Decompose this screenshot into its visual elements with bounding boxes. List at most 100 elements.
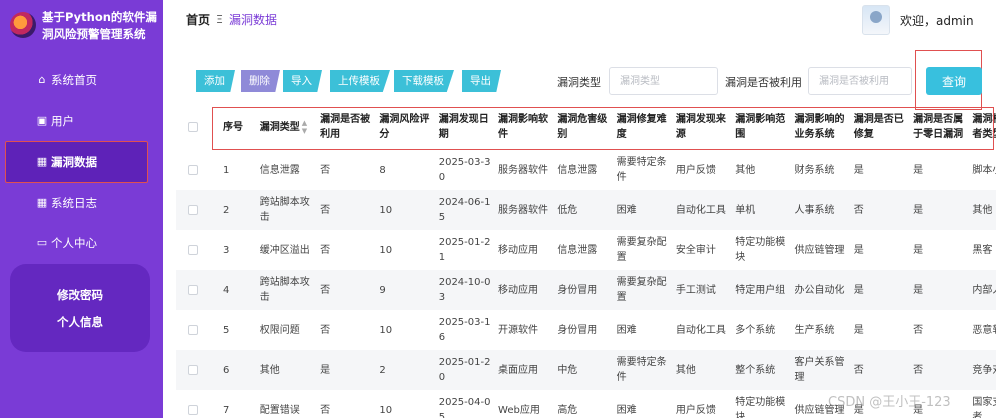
- table-cell: 10: [379, 324, 393, 336]
- table-cell: 恶意软件: [972, 324, 996, 336]
- table-cell: 特定用户组: [733, 270, 793, 310]
- table-cell: 否: [851, 350, 912, 390]
- filter-type-input[interactable]: [609, 67, 718, 95]
- col-header: 漏洞影响范围: [735, 114, 786, 140]
- delete-button[interactable]: 删除: [241, 70, 280, 92]
- table-cell: 桌面应用: [496, 350, 556, 390]
- filter-exploited-input[interactable]: [808, 67, 912, 95]
- table-cell: 是: [318, 350, 378, 390]
- table-body: 1 信息泄露否 8 2025-03-30 服务器软件 信息泄露 需要特定条件 用户反馈 其他 财务…: [176, 150, 996, 418]
- sidebar-item-label: 系统首页: [51, 73, 97, 87]
- add-button[interactable]: 添加: [196, 70, 235, 92]
- col-header: 序号: [222, 121, 243, 133]
- query-button[interactable]: 查询: [926, 67, 982, 95]
- row-checkbox[interactable]: [188, 324, 198, 335]
- table-cell: 需要特定条件: [614, 350, 674, 390]
- table-cell: 困难: [616, 324, 637, 336]
- vuln-table-container: 序号 漏洞类型 ▲ ▼ 漏洞是否被利用 漏洞风险评分 漏洞发现日期 漏洞影响软件 漏…: [176, 104, 996, 418]
- table-cell: 是: [913, 244, 924, 256]
- table-cell: 配置错误: [259, 404, 300, 416]
- sidebar-item-home[interactable]: ⌂ 系统首页: [36, 70, 98, 90]
- sidebar-item-vuln-data[interactable]: ▦ 漏洞数据: [36, 152, 97, 172]
- row-select-cell: [176, 310, 221, 350]
- table-cell: 其他: [970, 190, 996, 230]
- row-checkbox[interactable]: [188, 204, 198, 215]
- table-cell: 需要复杂配置: [616, 237, 667, 263]
- table-cell: 竞争对手: [970, 350, 996, 390]
- watermark: CSDN @王小王-123: [828, 395, 951, 410]
- col-header: 漏洞是否已修复: [853, 114, 904, 140]
- select-all-checkbox[interactable]: [188, 121, 198, 132]
- table-cell: 是: [853, 164, 864, 176]
- table-cell: 特定功能模块: [735, 397, 786, 418]
- app-title: 基于Python的软件漏洞风险预警管理系统: [42, 10, 157, 41]
- row-checkbox[interactable]: [188, 364, 198, 375]
- row-checkbox[interactable]: [188, 244, 198, 255]
- table-cell: 困难: [616, 404, 637, 416]
- table-cell: 多个系统: [735, 324, 776, 336]
- row-select-cell: [176, 350, 221, 390]
- table-cell: 10: [379, 244, 393, 256]
- table-row[interactable]: 2 跨站脚本攻击否 10 2024-06-15 服务器软件 低危 困难 自动化工具 单机 人事系统…: [176, 190, 996, 230]
- row-checkbox[interactable]: [188, 404, 198, 415]
- sidebar-item-personal-center[interactable]: ▭ 个人中心: [36, 233, 97, 253]
- table-cell: 其他: [735, 164, 756, 176]
- table-cell: 7: [222, 404, 230, 416]
- sort-icon[interactable]: ▲ ▼: [302, 119, 307, 135]
- welcome-text: 欢迎，admin: [900, 14, 974, 28]
- card-icon: ▭: [36, 236, 48, 249]
- table-cell: 8: [379, 164, 386, 176]
- sidebar-item-label: 系统日志: [51, 196, 97, 210]
- table-cell: 移动应用: [498, 244, 539, 256]
- upload-template-button[interactable]: 上传模板: [330, 70, 390, 92]
- col-header: 漏洞是否被利用: [320, 114, 371, 140]
- table-cell: 其他: [257, 350, 319, 390]
- import-button[interactable]: 导入: [283, 70, 322, 92]
- table-cell: 自动化工具: [673, 190, 734, 230]
- table-cell: Web应用: [498, 404, 540, 416]
- table-row[interactable]: 4 跨站脚本攻击否 9 2024-10-03 移动应用 身份冒用 需要复杂配置 手工测试 特定用…: [176, 270, 996, 310]
- table-row[interactable]: 5 权限问题 否 10 2025-03-16 开源软件 身份冒用 困难 自动化工具 多个系统 生产系…: [176, 310, 996, 350]
- table-cell: 办公自动化: [792, 270, 852, 310]
- table-cell: 整个系统: [733, 350, 793, 390]
- table-cell: 跨站脚本攻击: [257, 270, 319, 310]
- table-cell: 否: [318, 270, 378, 310]
- row-checkbox[interactable]: [188, 284, 198, 295]
- sidebar-item-system-log[interactable]: ▦ 系统日志: [36, 193, 97, 213]
- breadcrumb-separator-icon: Ξ: [216, 13, 223, 26]
- table-row[interactable]: 6 其他是 2 2025-01-20 桌面应用 中危 需要特定条件 其他 整个系统 客户关系管理否…: [176, 350, 996, 390]
- table-cell: 中危: [555, 350, 615, 390]
- row-select-cell: [176, 230, 221, 270]
- download-template-button[interactable]: 下载模板: [394, 70, 454, 92]
- table-cell: 否: [318, 190, 378, 230]
- table-cell: 权限问题: [259, 324, 300, 336]
- breadcrumb-home[interactable]: 首页: [186, 11, 210, 28]
- table-cell: 否: [320, 164, 331, 176]
- grid-icon: ▦: [36, 196, 48, 209]
- table-row[interactable]: 1 信息泄露否 8 2025-03-30 服务器软件 信息泄露 需要特定条件 用户反馈 其他 财务…: [176, 150, 996, 190]
- table-row[interactable]: 3 缓冲区溢出否 10 2025-01-21 移动应用 信息泄露 需要复杂配置 安全审计 特定功…: [176, 230, 996, 270]
- table-cell: 移动应用: [496, 270, 556, 310]
- breadcrumb-current: 漏洞数据: [228, 13, 277, 27]
- table-cell: 6: [220, 350, 258, 390]
- sidebar-item-label: 漏洞数据: [51, 155, 97, 169]
- table-cell: 是: [853, 244, 864, 256]
- table-cell: 黑客: [972, 244, 993, 256]
- avatar[interactable]: [862, 5, 890, 35]
- grid-icon: ▦: [36, 155, 48, 168]
- table-cell: 是: [853, 324, 864, 336]
- table-cell: 自动化工具: [675, 324, 726, 336]
- submenu-personal-info[interactable]: 个人信息: [10, 314, 150, 330]
- submenu-change-password[interactable]: 修改密码: [10, 287, 150, 303]
- col-header-sortable[interactable]: 漏洞类型 ▲ ▼: [258, 104, 318, 150]
- table-cell: 手工测试: [673, 270, 734, 310]
- table-cell: 供应链管理: [794, 244, 845, 256]
- export-button[interactable]: 导出: [462, 70, 501, 92]
- table-cell: 2024-10-03: [436, 270, 497, 310]
- table-cell: 开源软件: [498, 324, 539, 336]
- row-checkbox[interactable]: [188, 164, 198, 175]
- table-cell: 信息泄露: [557, 244, 598, 256]
- sidebar-item-users[interactable]: ▣ 用户: [36, 111, 74, 131]
- table-cell: 2025-01-20: [436, 350, 497, 390]
- table-cell: 生产系统: [794, 324, 835, 336]
